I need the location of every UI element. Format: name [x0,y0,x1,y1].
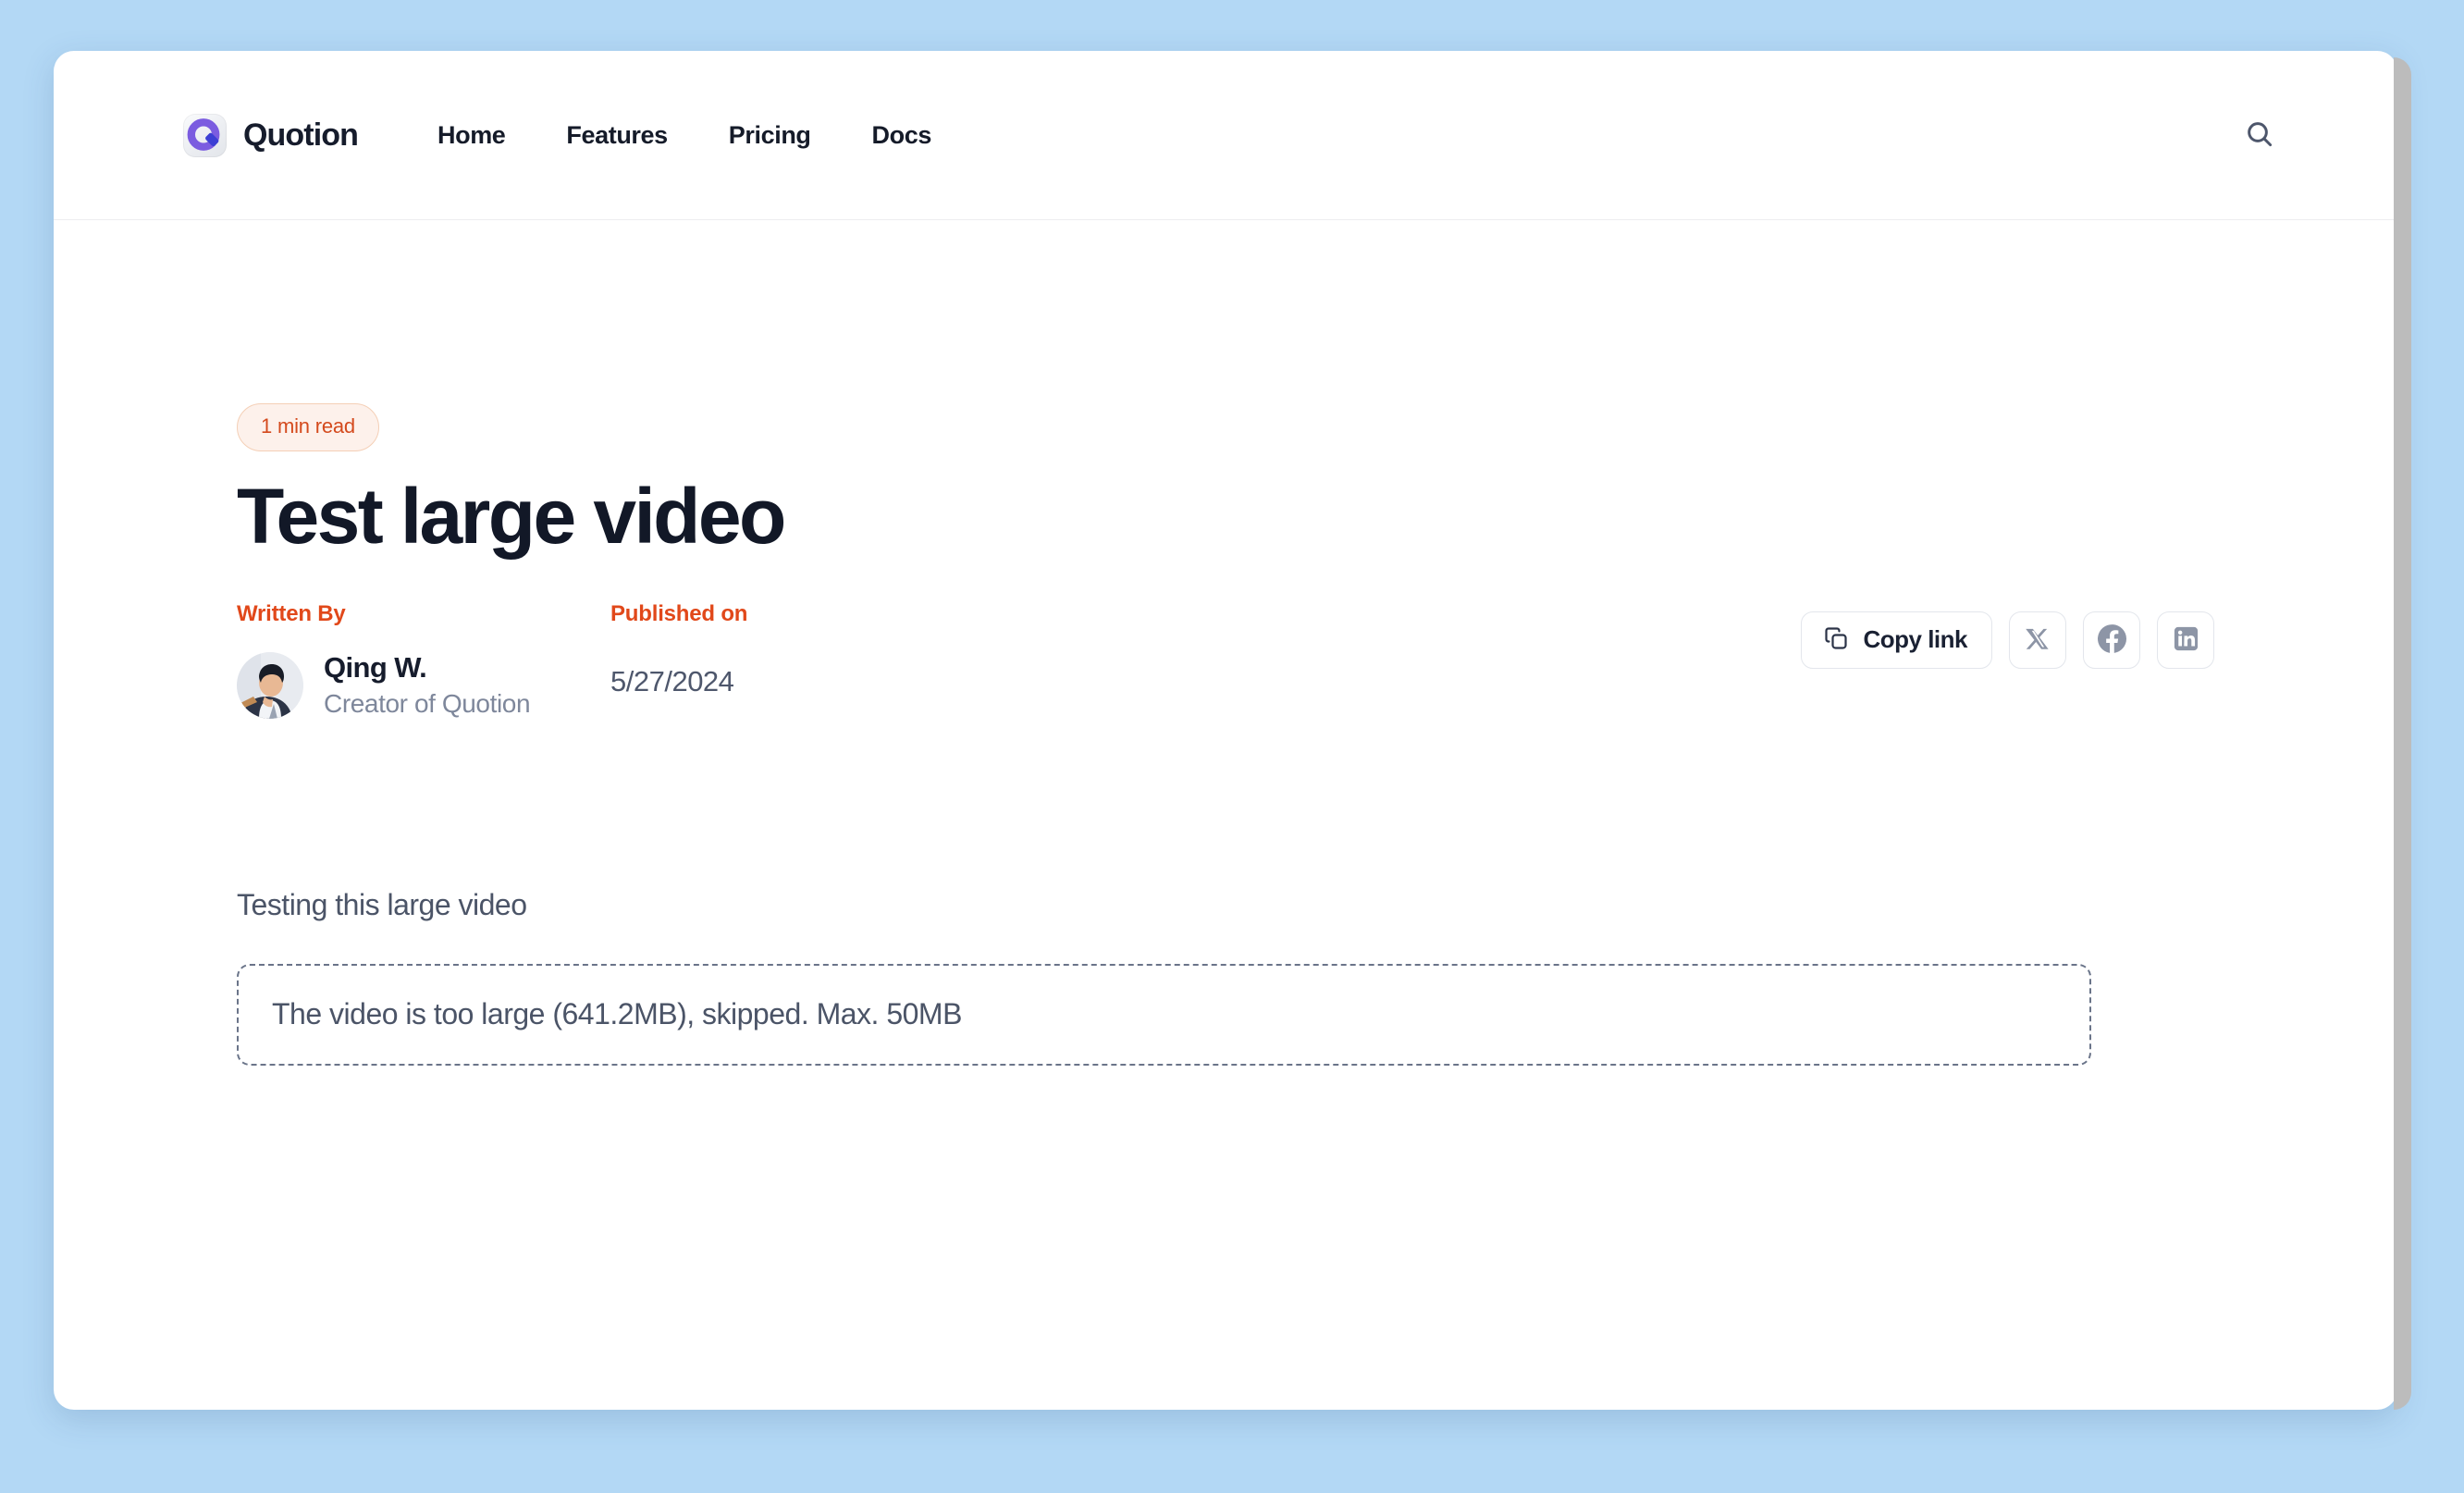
date-column: Published on 5/27/2024 [610,601,980,698]
nav-item-docs[interactable]: Docs [872,121,932,150]
article: 1 min read Test large video Written By Q… [54,220,2397,1066]
copy-icon [1823,625,1849,654]
author-avatar [237,652,303,720]
main-nav: Home Features Pricing Docs [437,121,931,150]
search-button[interactable] [2238,114,2281,156]
brand-name: Quotion [243,117,359,153]
author-info: Qing W. Creator of Quotion [324,650,531,722]
video-placeholder-message: The video is too large (641.2MB), skippe… [272,997,962,1031]
share-cluster: Copy link [1801,611,2214,669]
body-paragraph: Testing this large video [237,887,527,921]
share-linkedin-button[interactable] [2157,611,2214,669]
page-title: Test large video [237,473,786,560]
share-facebook-button[interactable] [2083,611,2140,669]
share-x-button[interactable] [2009,611,2066,669]
x-twitter-icon [2025,626,2051,654]
linkedin-icon [2173,625,2199,655]
nav-item-features[interactable]: Features [566,121,668,150]
copy-link-button[interactable]: Copy link [1801,611,1992,669]
published-on-label: Published on [610,600,748,626]
read-time-badge: 1 min read [237,403,379,451]
author-role: Creator of Quotion [324,689,531,719]
written-by-label: Written By [237,600,346,626]
nav-item-pricing[interactable]: Pricing [729,121,811,150]
author-name: Qing W. [324,650,427,684]
author-column: Written By Qing W. Creator of Quotion [237,601,610,722]
article-meta: Written By Qing W. Creator of Quotion Pu… [237,601,2397,722]
author-block: Qing W. Creator of Quotion [237,650,610,722]
browser-card: Quotion Home Features Pricing Docs 1 min… [54,51,2397,1410]
site-header: Quotion Home Features Pricing Docs [54,51,2397,220]
facebook-icon [2097,623,2126,656]
quotion-logo-icon [183,113,227,157]
article-body: Testing this large video The video is to… [237,888,2397,1066]
search-icon [2244,118,2275,153]
published-date: 5/27/2024 [610,664,734,697]
copy-link-label: Copy link [1863,625,1967,654]
nav-item-home[interactable]: Home [437,121,506,150]
video-placeholder: The video is too large (641.2MB), skippe… [237,963,2091,1066]
vertical-scrollbar[interactable] [2394,57,2411,1410]
brand-logo-link[interactable]: Quotion [183,113,359,157]
